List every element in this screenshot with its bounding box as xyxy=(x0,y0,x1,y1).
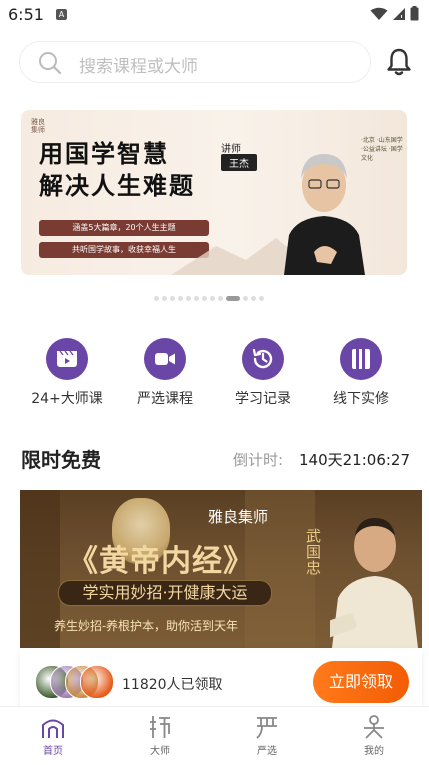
notification-a-icon: A xyxy=(56,9,67,20)
banner-headline-line2: 解决人生难题 xyxy=(39,171,195,200)
notification-bell-icon[interactable] xyxy=(385,47,413,77)
claim-count: 11820人已领取 xyxy=(122,677,223,693)
carousel-indicator xyxy=(154,296,264,301)
book-icon xyxy=(340,338,382,380)
carousel-dot[interactable] xyxy=(210,296,215,301)
tab-selection[interactable]: 严选 xyxy=(237,713,297,757)
profile-icon xyxy=(344,713,404,741)
tab-home[interactable]: 首页 xyxy=(23,713,83,757)
search-input[interactable]: 搜索课程或大师 xyxy=(19,41,371,83)
shortcut-label: 学习记录 xyxy=(235,391,291,407)
claim-now-button[interactable]: 立即领取 xyxy=(313,661,409,703)
search-icon xyxy=(39,52,62,75)
course-subtitle: 学实用妙招·开健康大运 xyxy=(58,580,272,606)
course-lecturer-photo xyxy=(330,518,418,648)
carousel-dot[interactable] xyxy=(186,296,191,301)
banner-logo: 雅良集师 xyxy=(31,118,45,134)
home-icon xyxy=(23,713,83,741)
countdown-timer: 140天21:06:27 xyxy=(299,451,410,469)
history-clock-icon xyxy=(242,338,284,380)
claim-bar: 11820人已领取 立即领取 xyxy=(20,648,422,706)
claimer-avatars xyxy=(35,665,115,699)
carousel-dot[interactable] xyxy=(243,296,248,301)
section-title-free: 限时免费 xyxy=(21,448,101,472)
video-camera-icon xyxy=(144,338,186,380)
master-icon xyxy=(130,713,190,741)
claimer-avatar xyxy=(80,665,114,699)
wifi-icon xyxy=(370,7,388,20)
shortcut-label: 24+大师课 xyxy=(31,391,103,407)
tab-label: 首页 xyxy=(43,746,63,757)
selection-icon xyxy=(237,713,297,741)
course-brand: 雅良集师 xyxy=(208,508,269,526)
banner-lecturer-name: 王杰 xyxy=(221,154,257,171)
carousel-dot[interactable] xyxy=(178,296,183,301)
course-lecturer-name: 武国忠 xyxy=(306,527,322,577)
status-time: 6:51 xyxy=(8,5,44,24)
course-subtitle-secondary: 养生妙招-养根护本，助你活到天年 xyxy=(54,619,239,633)
carousel-dot[interactable] xyxy=(202,296,207,301)
shortcut-label: 线下实修 xyxy=(333,391,389,407)
promo-banner[interactable]: 雅良集师 用国学智慧 解决人生难题 涵盖5大篇章，20个人生主题 共听国学故事，… xyxy=(21,110,407,275)
carousel-dot[interactable] xyxy=(251,296,256,301)
tab-masters[interactable]: 大师 xyxy=(130,713,190,757)
shortcut-master-courses[interactable]: 24+大师课 xyxy=(22,338,112,408)
tab-label: 我的 xyxy=(364,746,384,757)
search-placeholder: 搜索课程或大师 xyxy=(79,57,198,77)
carousel-dot[interactable] xyxy=(194,296,199,301)
banner-side-text: ·北京 ·山东国学 ·公益讲坛 ·国学文化 xyxy=(361,137,403,162)
carousel-dot[interactable] xyxy=(162,296,167,301)
bottom-tab-bar: 首页 大师 严选 我的 xyxy=(0,706,429,765)
tab-mine[interactable]: 我的 xyxy=(344,713,404,757)
banner-headline: 用国学智慧 解决人生难题 xyxy=(39,138,195,202)
shortcut-learning-history[interactable]: 学习记录 xyxy=(218,338,308,408)
tab-label: 严选 xyxy=(257,746,277,757)
carousel-dot[interactable] xyxy=(259,296,264,301)
shortcut-selected-courses[interactable]: 严选课程 xyxy=(120,338,210,408)
signal-icon xyxy=(393,7,405,20)
course-title: 《黄帝内经》 xyxy=(68,544,254,579)
shortcut-label: 严选课程 xyxy=(137,391,193,407)
carousel-dot[interactable] xyxy=(154,296,159,301)
status-bar: 6:51 A xyxy=(0,0,429,30)
course-cover-image[interactable]: 雅良集师 《黄帝内经》 学实用妙招·开健康大运 养生妙招-养根护本，助你活到天年… xyxy=(20,490,422,648)
carousel-dot[interactable] xyxy=(226,296,240,301)
battery-icon xyxy=(410,6,419,21)
countdown-label: 倒计时: xyxy=(233,451,284,469)
carousel-dot[interactable] xyxy=(218,296,223,301)
shortcut-offline-practice[interactable]: 线下实修 xyxy=(316,338,406,408)
video-play-icon xyxy=(46,338,88,380)
banner-headline-line1: 用国学智慧 xyxy=(39,139,169,168)
carousel-dot[interactable] xyxy=(170,296,175,301)
status-icons xyxy=(370,6,419,21)
tab-label: 大师 xyxy=(150,746,170,757)
lecturer-photo xyxy=(284,154,365,275)
banner-lecturer-label: 讲师 xyxy=(221,144,241,155)
